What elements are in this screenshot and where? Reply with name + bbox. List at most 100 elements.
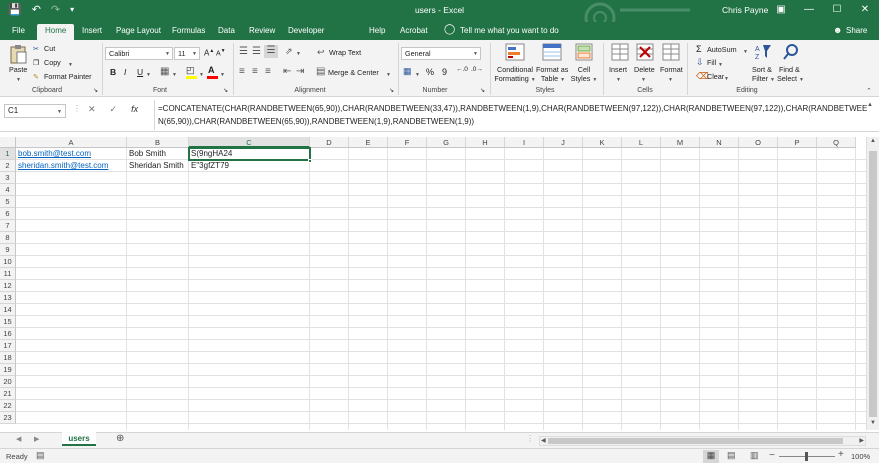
cell-styles-icon[interactable] <box>575 43 593 61</box>
italic-button[interactable]: I <box>124 67 126 77</box>
font-launcher-icon[interactable]: ↘ <box>223 87 228 94</box>
row-header-11[interactable]: 11 <box>0 268 16 280</box>
name-box[interactable]: C1 ▼ <box>4 104 66 118</box>
row-header-12[interactable]: 12 <box>0 280 16 292</box>
scroll-up-icon[interactable]: ▲ <box>870 138 876 144</box>
column-header-k[interactable]: K <box>583 137 622 148</box>
cell-b1[interactable]: Bob Smith <box>127 148 189 160</box>
vertical-scrollbar[interactable]: ▲ ▼ <box>866 137 879 430</box>
borders-dropdown-icon[interactable]: ▼ <box>172 69 177 78</box>
row-header-16[interactable]: 16 <box>0 328 16 340</box>
page-break-view-icon[interactable]: ▥ <box>750 450 759 461</box>
format-dropdown-icon[interactable]: ▼ <box>668 74 673 83</box>
column-header-n[interactable]: N <box>700 137 739 148</box>
align-middle-icon[interactable]: ☰ <box>252 46 261 57</box>
row-header-20[interactable]: 20 <box>0 376 16 388</box>
insert-cells-button[interactable]: Insert <box>609 65 627 74</box>
tab-acrobat[interactable]: Acrobat <box>400 26 428 35</box>
row-header-5[interactable]: 5 <box>0 196 16 208</box>
column-header-d[interactable]: D <box>310 137 349 148</box>
row-header-21[interactable]: 21 <box>0 388 16 400</box>
user-name[interactable]: Chris Payne <box>722 5 768 15</box>
autosum-button[interactable]: AutoSum <box>707 45 737 54</box>
clear-button[interactable]: Clear <box>707 72 724 81</box>
insert-cells-icon[interactable] <box>611 43 629 61</box>
fill-handle[interactable] <box>308 159 312 163</box>
format-cells-button[interactable]: Format <box>660 65 683 74</box>
row-header-13[interactable]: 13 <box>0 292 16 304</box>
clipboard-launcher-icon[interactable]: ↘ <box>93 87 98 94</box>
fill-button[interactable]: Fill <box>707 58 716 67</box>
new-sheet-icon[interactable]: ⊕ <box>116 433 124 444</box>
borders-icon[interactable]: ▦ <box>160 66 169 77</box>
row-header-22[interactable]: 22 <box>0 400 16 412</box>
cell-c2[interactable]: E"3gfZT79 <box>189 160 310 172</box>
tab-data[interactable]: Data <box>218 26 235 35</box>
underline-button[interactable]: U <box>137 67 143 77</box>
vertical-scroll-thumb[interactable] <box>869 151 877 417</box>
font-color-icon[interactable]: A <box>208 65 215 75</box>
tab-formulas[interactable]: Formulas <box>172 26 205 35</box>
bold-button[interactable]: B <box>110 67 116 77</box>
alignment-launcher-icon[interactable]: ↘ <box>389 87 394 94</box>
horizontal-scrollbar[interactable]: ◀ ▶ <box>539 436 866 446</box>
row-header-18[interactable]: 18 <box>0 352 16 364</box>
column-header-g[interactable]: G <box>427 137 466 148</box>
column-header-i[interactable]: I <box>505 137 544 148</box>
align-top-icon[interactable]: ☰ <box>239 46 248 57</box>
merge-dropdown-icon[interactable]: ▼ <box>386 69 391 78</box>
row-header-14[interactable]: 14 <box>0 304 16 316</box>
cell-a2[interactable]: sheridan.smith@test.com <box>16 160 127 172</box>
column-header-o[interactable]: O <box>739 137 778 148</box>
orientation-dropdown-icon[interactable]: ▼ <box>296 48 301 57</box>
clear-dropdown-icon[interactable]: ▼ <box>724 73 729 82</box>
tab-review[interactable]: Review <box>249 26 275 35</box>
next-sheet-icon[interactable]: ▶ <box>34 435 39 443</box>
underline-dropdown-icon[interactable]: ▼ <box>146 69 151 78</box>
decrease-font-icon[interactable]: A▼ <box>216 48 226 57</box>
column-header-b[interactable]: B <box>127 137 189 148</box>
insert-function-icon[interactable]: fx <box>131 104 138 115</box>
column-header-l[interactable]: L <box>622 137 661 148</box>
find-select-button[interactable]: Find & <box>779 65 800 74</box>
sort-filter-icon[interactable]: A Z <box>754 43 772 61</box>
close-icon[interactable]: ✕ <box>851 0 879 20</box>
ribbon-display-icon[interactable]: ▣ <box>767 0 795 20</box>
format-cells-icon[interactable] <box>662 43 680 61</box>
number-format-select[interactable]: General ▼ <box>401 47 481 60</box>
scroll-left-icon[interactable]: ◀ <box>541 437 546 444</box>
column-header-f[interactable]: F <box>388 137 427 148</box>
column-header-j[interactable]: J <box>544 137 583 148</box>
align-center-icon[interactable]: ≡ <box>252 66 258 77</box>
column-header-a[interactable]: A <box>16 137 127 148</box>
paste-button[interactable]: Paste <box>9 65 27 74</box>
orientation-icon[interactable]: ⇗ <box>285 46 293 57</box>
autosum-dropdown-icon[interactable]: ▼ <box>743 46 748 55</box>
row-header-8[interactable]: 8 <box>0 232 16 244</box>
maximize-icon[interactable]: ☐ <box>823 0 851 20</box>
conditional-formatting-button[interactable]: Conditional <box>495 65 535 74</box>
tab-file[interactable]: File <box>12 26 25 35</box>
merge-center-button[interactable]: Merge & Center <box>328 68 379 77</box>
zoom-in-icon[interactable]: + <box>838 449 844 460</box>
copy-dropdown-icon[interactable]: ▼ <box>68 59 73 68</box>
conditional-formatting-icon[interactable] <box>505 43 525 61</box>
cell-a1[interactable]: bob.smith@test.com <box>16 148 127 160</box>
tell-me-search[interactable]: Tell me what you want to do <box>460 26 559 35</box>
collapse-ribbon-icon[interactable]: ⌃ <box>866 87 872 95</box>
font-size-select[interactable]: 11 ▼ <box>174 47 200 60</box>
decrease-indent-icon[interactable]: ⇤ <box>283 66 291 77</box>
cancel-icon[interactable]: ✕ <box>88 104 96 115</box>
enter-icon[interactable]: ✓ <box>110 104 118 115</box>
fill-color-icon[interactable]: ◰ <box>186 65 195 76</box>
cell-styles-button[interactable]: Cell <box>570 65 598 74</box>
minimize-icon[interactable]: — <box>795 0 823 20</box>
format-as-table-icon[interactable] <box>542 43 562 61</box>
tab-insert[interactable]: Insert <box>82 26 102 35</box>
decrease-decimal-icon[interactable]: .0→ <box>471 66 483 73</box>
accounting-dropdown-icon[interactable]: ▼ <box>415 69 420 78</box>
row-header-7[interactable]: 7 <box>0 220 16 232</box>
tab-help[interactable]: Help <box>369 26 385 35</box>
row-header-23[interactable]: 23 <box>0 412 16 424</box>
row-header-19[interactable]: 19 <box>0 364 16 376</box>
